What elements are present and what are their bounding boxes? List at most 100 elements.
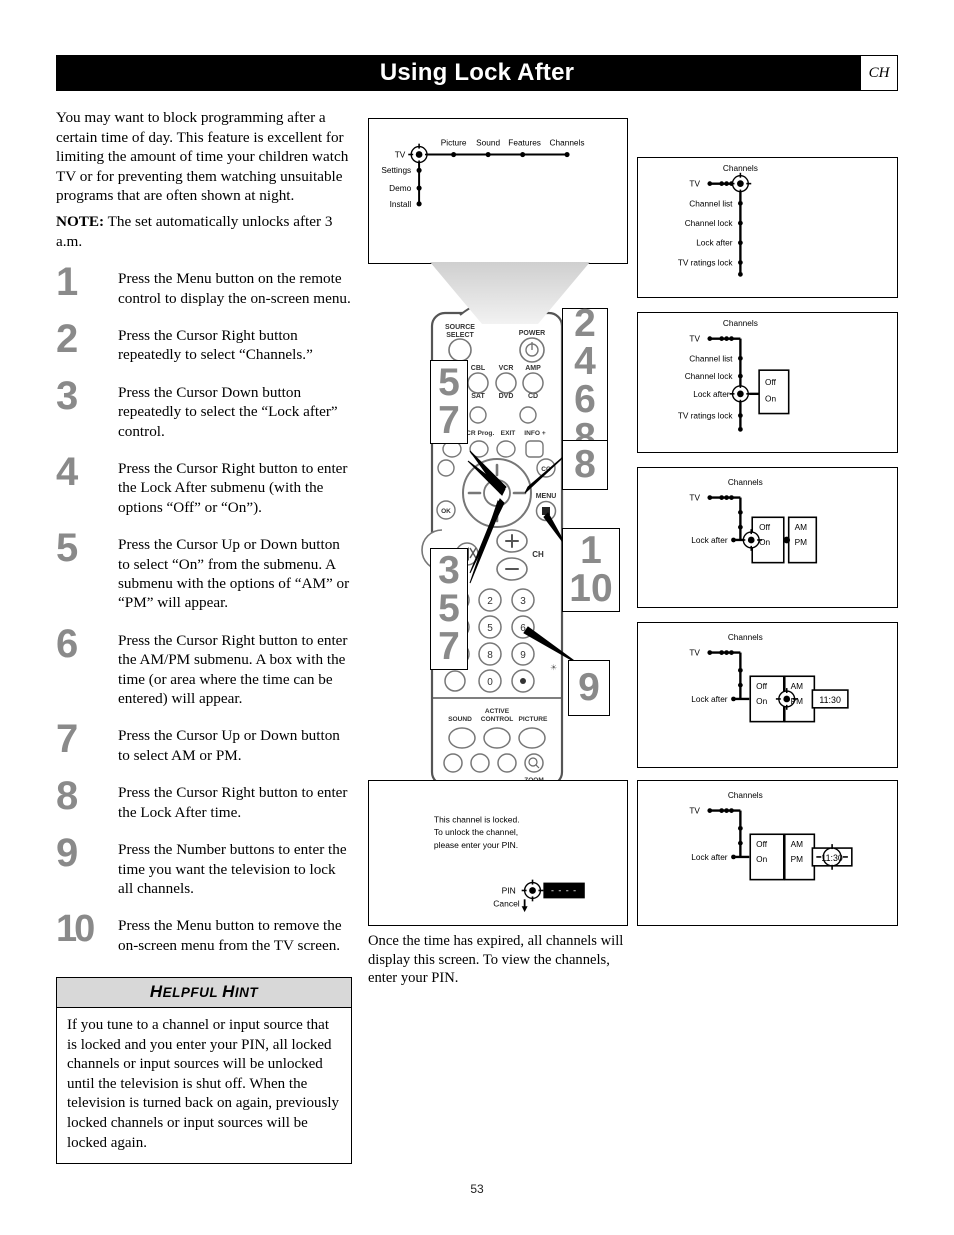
- time-value: 11:30: [819, 695, 841, 705]
- option-label-off: Off: [756, 682, 768, 691]
- step-text: Press the Cursor Down button repeatedly …: [118, 383, 338, 440]
- step-text: Press the Cursor Up or Down button to se…: [118, 536, 350, 612]
- dolby-button[interactable]: [443, 753, 463, 773]
- remote-label-amp: AMP: [525, 365, 541, 372]
- step-text: Press the Number buttons to enter the ti…: [118, 841, 347, 897]
- menu-label-tv: TV: [395, 150, 406, 159]
- vcr-prog-button[interactable]: [469, 440, 489, 458]
- step-number: 8: [56, 774, 78, 819]
- remote-label-cc: CC: [541, 466, 551, 473]
- remote-label-cd: CD: [528, 393, 538, 400]
- device-button-amp[interactable]: [522, 372, 544, 394]
- option-label-am: AM: [795, 523, 808, 532]
- menu-label-tv-ratings-lock: TV ratings lock: [678, 411, 734, 420]
- menu-label-lock-after: Lock after: [691, 536, 728, 545]
- screen-channels-menu: Channels TV Channel list Channel lock Lo…: [637, 157, 898, 298]
- prev-channel-button[interactable]: [437, 459, 455, 477]
- pin-value: - - - -: [551, 885, 577, 895]
- ampm-submenu-diagram: Channels TV Lock after Off On AM PM: [689, 478, 818, 564]
- callout-1-10: 1 10: [562, 528, 620, 612]
- remote-label-sat: SAT: [471, 393, 485, 400]
- number-label-2: 2: [487, 596, 493, 607]
- source-button[interactable]: [470, 753, 490, 773]
- note-paragraph: NOTE: The set automatically unlocks afte…: [56, 212, 352, 251]
- number-label-9: 9: [520, 650, 526, 661]
- option-label-on: On: [765, 395, 776, 404]
- lock-after-time-diagram: Channels TV Lock after Off On AM PM 11:3…: [689, 633, 849, 723]
- lock-after-options-diagram: Channels TV Channel list Channel lock Lo…: [678, 319, 790, 432]
- callout-digit: 2: [574, 301, 596, 345]
- pip-button[interactable]: [519, 406, 537, 424]
- option-label-off: Off: [765, 378, 777, 387]
- device-button-cbl[interactable]: [467, 372, 489, 394]
- hint-title-rest2: INT: [234, 985, 259, 1000]
- hint-title-h1: H: [149, 982, 163, 1001]
- menu-label-lock-after: Lock after: [696, 239, 733, 248]
- step-item: 8 Press the Cursor Right button to enter…: [56, 774, 352, 822]
- step-item: 5 Press the Cursor Up or Down button to …: [56, 526, 352, 613]
- step-number: 5: [56, 526, 78, 571]
- cursor-highlight-icon: [729, 382, 752, 405]
- remote-label-dvd: DVD: [499, 393, 514, 400]
- hint-title-h2: H: [222, 982, 235, 1001]
- active-control-button[interactable]: [483, 727, 511, 749]
- step-text: Press the Menu button to remove the on-s…: [118, 917, 342, 954]
- step-item: 4 Press the Cursor Right button to enter…: [56, 452, 352, 517]
- menu-label-tv: TV: [689, 649, 700, 658]
- callout-digit: 5: [438, 586, 460, 630]
- menu-label-settings: Settings: [381, 166, 411, 175]
- screen-lock-after-options: Channels TV Channel list Channel lock Lo…: [637, 312, 898, 453]
- number-label-5: 5: [487, 623, 493, 634]
- step-text: Press the Cursor Right button repeatedly…: [118, 326, 313, 364]
- surf-button[interactable]: [444, 670, 466, 692]
- menu-label-channels: Channels: [550, 139, 585, 148]
- exit-button[interactable]: [496, 440, 516, 458]
- remote-label-menu: MENU: [536, 493, 557, 500]
- menu-icon: [542, 507, 550, 515]
- menu-label-channel-lock: Channel lock: [685, 372, 734, 381]
- number-label-8: 8: [487, 650, 493, 661]
- menu-label-tv-ratings-lock: TV ratings lock: [678, 258, 734, 267]
- menu-label-tv: TV: [689, 494, 700, 503]
- remote-label-picture: PICTURE: [519, 716, 549, 723]
- zoom-button[interactable]: [524, 753, 544, 773]
- channel-locked-diagram: This channel is locked. To unlock the ch…: [434, 814, 585, 913]
- option-label-on: On: [759, 538, 770, 547]
- callout-9: 9: [568, 660, 610, 716]
- menu-label-features: Features: [508, 139, 541, 148]
- remote-label-infoplus: INFO +: [524, 430, 546, 437]
- remote-label-exit: EXIT: [501, 430, 516, 437]
- helpful-hint-body: If you tune to a channel or input source…: [67, 1017, 340, 1151]
- step-number: 2: [56, 316, 78, 361]
- menu-label-tv: TV: [689, 807, 700, 816]
- step-number: 10: [56, 908, 95, 951]
- picture-button[interactable]: [518, 727, 546, 749]
- step-number: 1: [56, 260, 78, 305]
- cursor-center-button[interactable]: [483, 479, 511, 507]
- info-plus-button[interactable]: [525, 440, 544, 458]
- step-number: 9: [56, 831, 78, 876]
- callout-digit: 8: [574, 442, 596, 486]
- option-label-pm: PM: [791, 855, 804, 864]
- volume-icon-button[interactable]: [469, 406, 487, 424]
- menu-label-channel-lock: Channel lock: [685, 219, 734, 228]
- option-label-on: On: [756, 855, 767, 864]
- light-icon: ☀: [550, 663, 557, 672]
- lock-after-time-entered-diagram: Channels TV Lock after Off On AM PM 11:3…: [689, 791, 853, 881]
- time-value: 11:30: [821, 853, 843, 863]
- channels-menu-diagram: Channels TV Channel list Channel lock Lo…: [678, 164, 758, 277]
- step-item: 9 Press the Number buttons to enter the …: [56, 831, 352, 898]
- callout-digit: 9: [578, 665, 600, 709]
- menu-label-channels: Channels: [728, 478, 763, 487]
- hint-title-rest1: ELPFUL: [162, 985, 223, 1000]
- multi-button[interactable]: [497, 753, 517, 773]
- screen-main-menu: Picture Sound Features Channels TV Setti…: [368, 118, 628, 264]
- option-label-off: Off: [759, 523, 771, 532]
- device-button-vcr[interactable]: [495, 372, 517, 394]
- options-box: [758, 369, 790, 415]
- menu-label-install: Install: [390, 200, 412, 209]
- source-select-button[interactable]: [448, 338, 472, 362]
- option-label-pm: PM: [795, 538, 808, 547]
- sound-button[interactable]: [448, 727, 476, 749]
- menu-label-channels: Channels: [728, 791, 763, 800]
